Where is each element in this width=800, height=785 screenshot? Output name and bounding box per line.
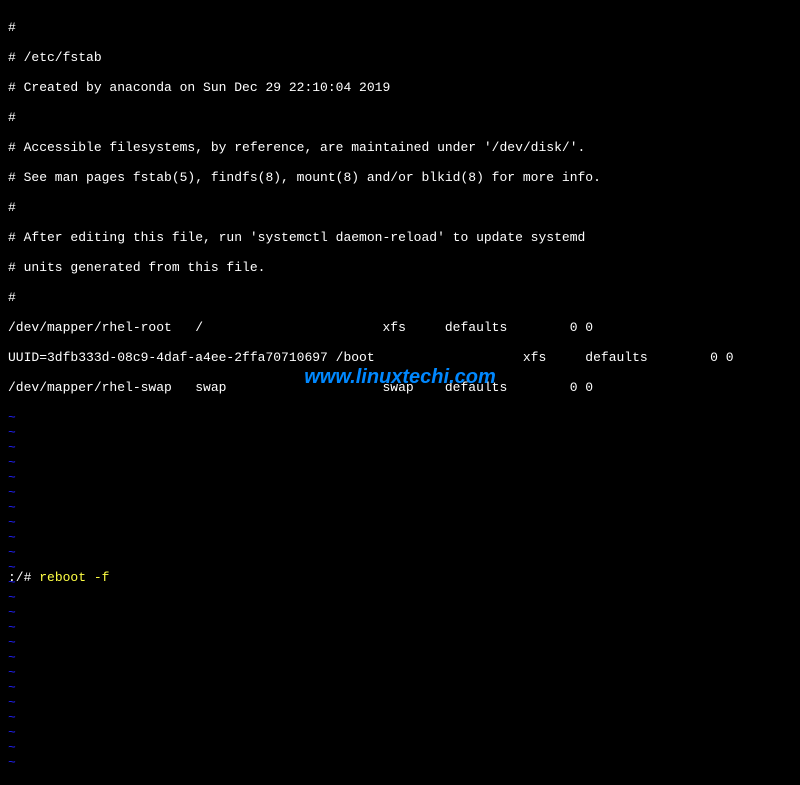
empty-line-tilde: ~ bbox=[8, 485, 792, 500]
empty-line-tilde: ~ bbox=[8, 545, 792, 560]
comment-line: # bbox=[8, 20, 792, 35]
fstab-entry: UUID=3dfb333d-08c9-4daf-a4ee-2ffa7071069… bbox=[8, 350, 792, 365]
empty-line-tilde: ~ bbox=[8, 710, 792, 725]
empty-line-tilde: ~ bbox=[8, 620, 792, 635]
comment-line: # bbox=[8, 200, 792, 215]
comment-line: # After editing this file, run 'systemct… bbox=[8, 230, 792, 245]
empty-line-tilde: ~ bbox=[8, 680, 792, 695]
empty-line-tilde: ~ bbox=[8, 440, 792, 455]
empty-line-tilde: ~ bbox=[8, 695, 792, 710]
empty-line-tilde: ~ bbox=[8, 500, 792, 515]
empty-line-tilde: ~ bbox=[8, 650, 792, 665]
empty-line-tilde: ~ bbox=[8, 605, 792, 620]
empty-line-tilde: ~ bbox=[8, 725, 792, 740]
watermark: www.linuxtechi.com bbox=[304, 370, 496, 385]
empty-line-tilde: ~ bbox=[8, 755, 792, 770]
fstab-entry: /dev/mapper/rhel-root / xfs defaults 0 0 bbox=[8, 320, 792, 335]
empty-line-tilde: ~ bbox=[8, 665, 792, 680]
comment-line: # Accessible filesystems, by reference, … bbox=[8, 140, 792, 155]
empty-lines: ~~~~~~~~~~~~~~~~~~~~~~~~ bbox=[8, 410, 792, 770]
empty-line-tilde: ~ bbox=[8, 740, 792, 755]
empty-line-tilde: ~ bbox=[8, 425, 792, 440]
prompt-path: :/# bbox=[8, 570, 39, 585]
comment-line: # bbox=[8, 110, 792, 125]
comment-line: # /etc/fstab bbox=[8, 50, 792, 65]
command-text: reboot -f bbox=[39, 570, 109, 585]
empty-line-tilde: ~ bbox=[8, 515, 792, 530]
comment-line: # units generated from this file. bbox=[8, 260, 792, 275]
terminal-content: # # /etc/fstab # Created by anaconda on … bbox=[8, 5, 792, 785]
comment-line: # See man pages fstab(5), findfs(8), mou… bbox=[8, 170, 792, 185]
statusbar[interactable]: :/# reboot -f bbox=[8, 570, 792, 585]
empty-line-tilde: ~ bbox=[8, 590, 792, 605]
empty-line-tilde: ~ bbox=[8, 530, 792, 545]
comment-line: # Created by anaconda on Sun Dec 29 22:1… bbox=[8, 80, 792, 95]
empty-line-tilde: ~ bbox=[8, 455, 792, 470]
empty-line-tilde: ~ bbox=[8, 410, 792, 425]
empty-line-tilde: ~ bbox=[8, 635, 792, 650]
empty-line-tilde: ~ bbox=[8, 470, 792, 485]
comment-line: # bbox=[8, 290, 792, 305]
